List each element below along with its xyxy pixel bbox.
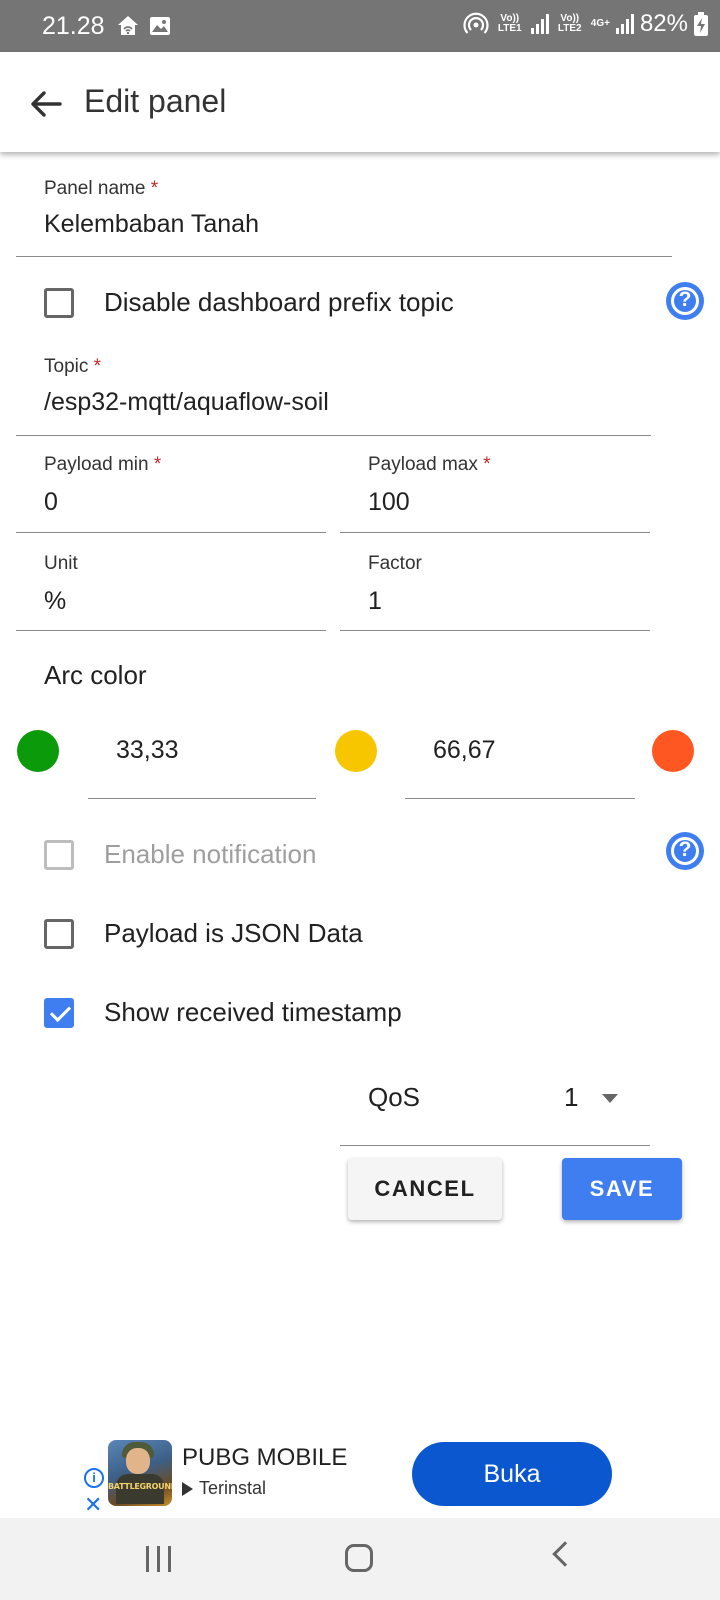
- ad-subtitle: Terinstal: [182, 1478, 266, 1499]
- factor-label: Factor: [368, 553, 422, 574]
- show-timestamp-label: Show received timestamp: [104, 997, 402, 1027]
- arc-color-title: Arc color: [44, 660, 147, 690]
- disable-prefix-label: Disable dashboard prefix topic: [104, 287, 454, 317]
- payload-min-value: 0: [44, 488, 58, 516]
- arc-threshold-2-underline: [405, 798, 635, 799]
- topic-label-text: Topic: [44, 356, 89, 377]
- enable-notification-checkbox[interactable]: [44, 839, 74, 870]
- sim2-signal-icon: [615, 14, 634, 34]
- payload-min-label: Payload min *: [44, 454, 161, 476]
- payload-json-checkbox[interactable]: [44, 918, 74, 949]
- play-store-icon: [182, 1481, 193, 1496]
- ad-subtitle-text: Terinstal: [199, 1478, 267, 1498]
- payload-max-label-text: Payload max: [368, 454, 478, 475]
- disable-prefix-checkbox[interactable]: [44, 287, 74, 318]
- topic-label: Topic *: [44, 356, 101, 378]
- unit-label: Unit: [44, 553, 78, 574]
- disable-prefix-row[interactable]: Disable dashboard prefix topic: [44, 287, 454, 318]
- payload-min-field[interactable]: Payload min * 0: [16, 436, 326, 533]
- ad-banner[interactable]: i ✕ BATTLEGROUNDS PUBG MOBILE Terinstal …: [0, 1434, 720, 1518]
- enable-notification-row[interactable]: Enable notification: [44, 839, 316, 870]
- battery-charging-icon: [694, 12, 708, 36]
- ad-close-icon[interactable]: ✕: [84, 1492, 102, 1518]
- ad-app-logo: BATTLEGROUNDS: [108, 1440, 172, 1506]
- topic-field[interactable]: Topic * /esp32-mqtt/aquaflow-soil: [16, 340, 651, 436]
- recents-icon[interactable]: [146, 1546, 171, 1572]
- payload-max-label: Payload max *: [368, 454, 491, 476]
- navigation-bar: [0, 1518, 720, 1600]
- app-bar: Edit panel: [0, 52, 720, 152]
- panel-name-label: Panel name *: [44, 178, 158, 200]
- arc-threshold-2-value[interactable]: 66,67: [433, 736, 496, 765]
- qos-label: QoS: [368, 1082, 421, 1112]
- arc-color-swatch-low[interactable]: [17, 730, 59, 772]
- factor-value: 1: [368, 587, 382, 615]
- unit-field[interactable]: Unit %: [16, 533, 326, 631]
- page-title: Edit panel: [84, 83, 227, 119]
- status-right-icons: Vo)) LTE1 Vo)) LTE2 4G+ 82%: [463, 10, 708, 38]
- status-left-icons: [116, 14, 172, 38]
- qos-value: 1: [564, 1082, 579, 1112]
- payload-min-label-text: Payload min: [44, 454, 149, 475]
- help-icon-glyph: ?: [678, 288, 692, 311]
- dropdown-arrow-icon: [602, 1094, 618, 1103]
- arc-threshold-1-underline: [88, 798, 316, 799]
- ad-title: PUBG MOBILE: [182, 1444, 348, 1471]
- required-marker: *: [483, 454, 491, 475]
- required-marker: *: [93, 356, 102, 377]
- arc-color-swatch-mid[interactable]: [335, 730, 377, 772]
- home-wifi-icon: [118, 16, 138, 35]
- payload-json-label: Payload is JSON Data: [104, 918, 363, 948]
- required-marker: *: [150, 178, 159, 199]
- hotspot-icon: [463, 12, 489, 34]
- arc-color-swatch-high[interactable]: [652, 730, 694, 772]
- topic-value: /esp32-mqtt/aquaflow-soil: [44, 388, 329, 416]
- back-arrow-icon[interactable]: [26, 84, 66, 124]
- sim1-label: Vo)) LTE1: [497, 13, 522, 34]
- back-icon[interactable]: [552, 1541, 578, 1567]
- gallery-icon: [150, 17, 170, 35]
- payload-json-row[interactable]: Payload is JSON Data: [44, 918, 363, 949]
- required-marker: *: [153, 454, 162, 475]
- panel-name-label-text: Panel name: [44, 178, 146, 199]
- ad-info-icon[interactable]: i: [84, 1468, 104, 1488]
- save-button[interactable]: SAVE: [562, 1158, 682, 1220]
- help-icon-glyph: ?: [678, 838, 692, 861]
- status-bar: 21.28 Vo)) LTE1 Vo)) LTE2 4G+ 82%: [0, 0, 720, 52]
- show-timestamp-row[interactable]: Show received timestamp: [44, 997, 402, 1028]
- help-icon[interactable]: ?: [666, 832, 704, 870]
- enable-notification-label: Enable notification: [104, 839, 317, 869]
- unit-value: %: [44, 587, 67, 615]
- cancel-button[interactable]: CANCEL: [348, 1158, 502, 1220]
- show-timestamp-checkbox[interactable]: [44, 997, 74, 1028]
- battery-percent: 82%: [639, 10, 688, 37]
- panel-name-value: Kelembaban Tanah: [44, 210, 259, 238]
- status-time: 21.28: [42, 12, 105, 40]
- arc-threshold-1-value[interactable]: 33,33: [116, 736, 179, 765]
- help-icon[interactable]: ?: [666, 282, 704, 320]
- sim2-label: Vo)) LTE2: [557, 13, 582, 34]
- home-icon[interactable]: [345, 1544, 373, 1572]
- network-type: 4G+: [590, 18, 610, 29]
- panel-name-field[interactable]: Panel name * Kelembaban Tanah: [16, 160, 672, 257]
- sim1-signal-icon: [530, 14, 549, 34]
- payload-max-value: 100: [368, 488, 410, 516]
- ad-logo-text: BATTLEGROUNDS: [108, 1482, 172, 1491]
- ad-open-button[interactable]: Buka: [412, 1442, 612, 1506]
- qos-select[interactable]: QoS 1: [340, 1040, 650, 1146]
- payload-max-field[interactable]: Payload max * 100: [340, 436, 650, 533]
- factor-field[interactable]: Factor 1: [340, 533, 650, 631]
- ad-logo-face: [126, 1448, 150, 1474]
